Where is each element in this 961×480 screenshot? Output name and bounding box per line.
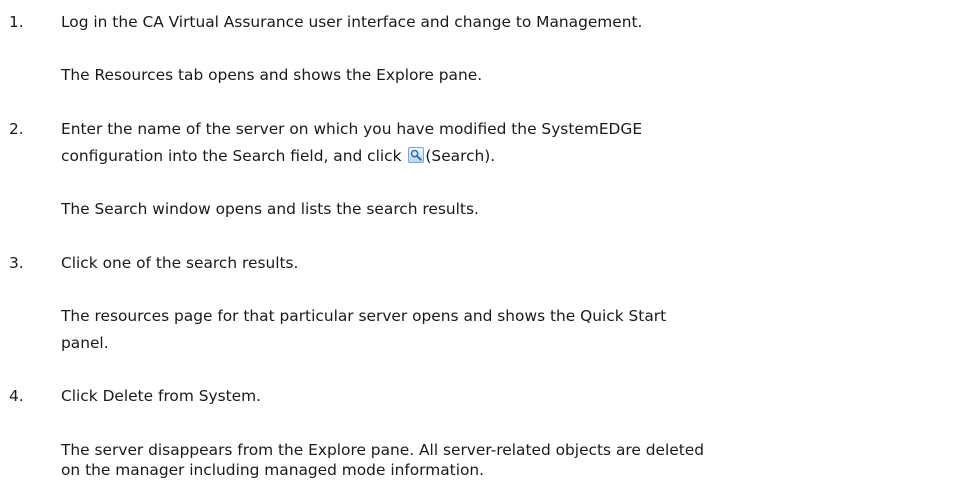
- step-3-result-line2: panel.: [61, 334, 109, 352]
- step-2-number: 2.: [9, 120, 24, 138]
- step-4-result-line2: on the manager including managed mode in…: [61, 461, 485, 479]
- step-3-result-line1: The resources page for that particular s…: [61, 307, 667, 325]
- step-2-instruction-line1: Enter the name of the server on which yo…: [61, 120, 643, 138]
- step-2-instruction-line2: configuration into the Search field, and…: [61, 146, 495, 166]
- procedure-list: 1. Log in the CA Virtual Assurance user …: [0, 0, 961, 480]
- step-2-instruction-text: configuration into the Search field, and…: [61, 147, 402, 165]
- step-2-result: The Search window opens and lists the se…: [61, 200, 479, 218]
- step-3-number: 3.: [9, 254, 24, 272]
- step-3-instruction: Click one of the search results.: [61, 254, 299, 272]
- step-4-number: 4.: [9, 387, 24, 405]
- step-1-result: The Resources tab opens and shows the Ex…: [61, 66, 483, 84]
- step-4-instruction: Click Delete from System.: [61, 387, 262, 405]
- step-2-instruction-end: (Search).: [425, 147, 496, 165]
- search-icon: [408, 147, 425, 163]
- step-1-number: 1.: [9, 13, 24, 31]
- step-1-instruction: Log in the CA Virtual Assurance user int…: [61, 13, 643, 31]
- step-4-result-line1: The server disappears from the Explore p…: [61, 441, 704, 459]
